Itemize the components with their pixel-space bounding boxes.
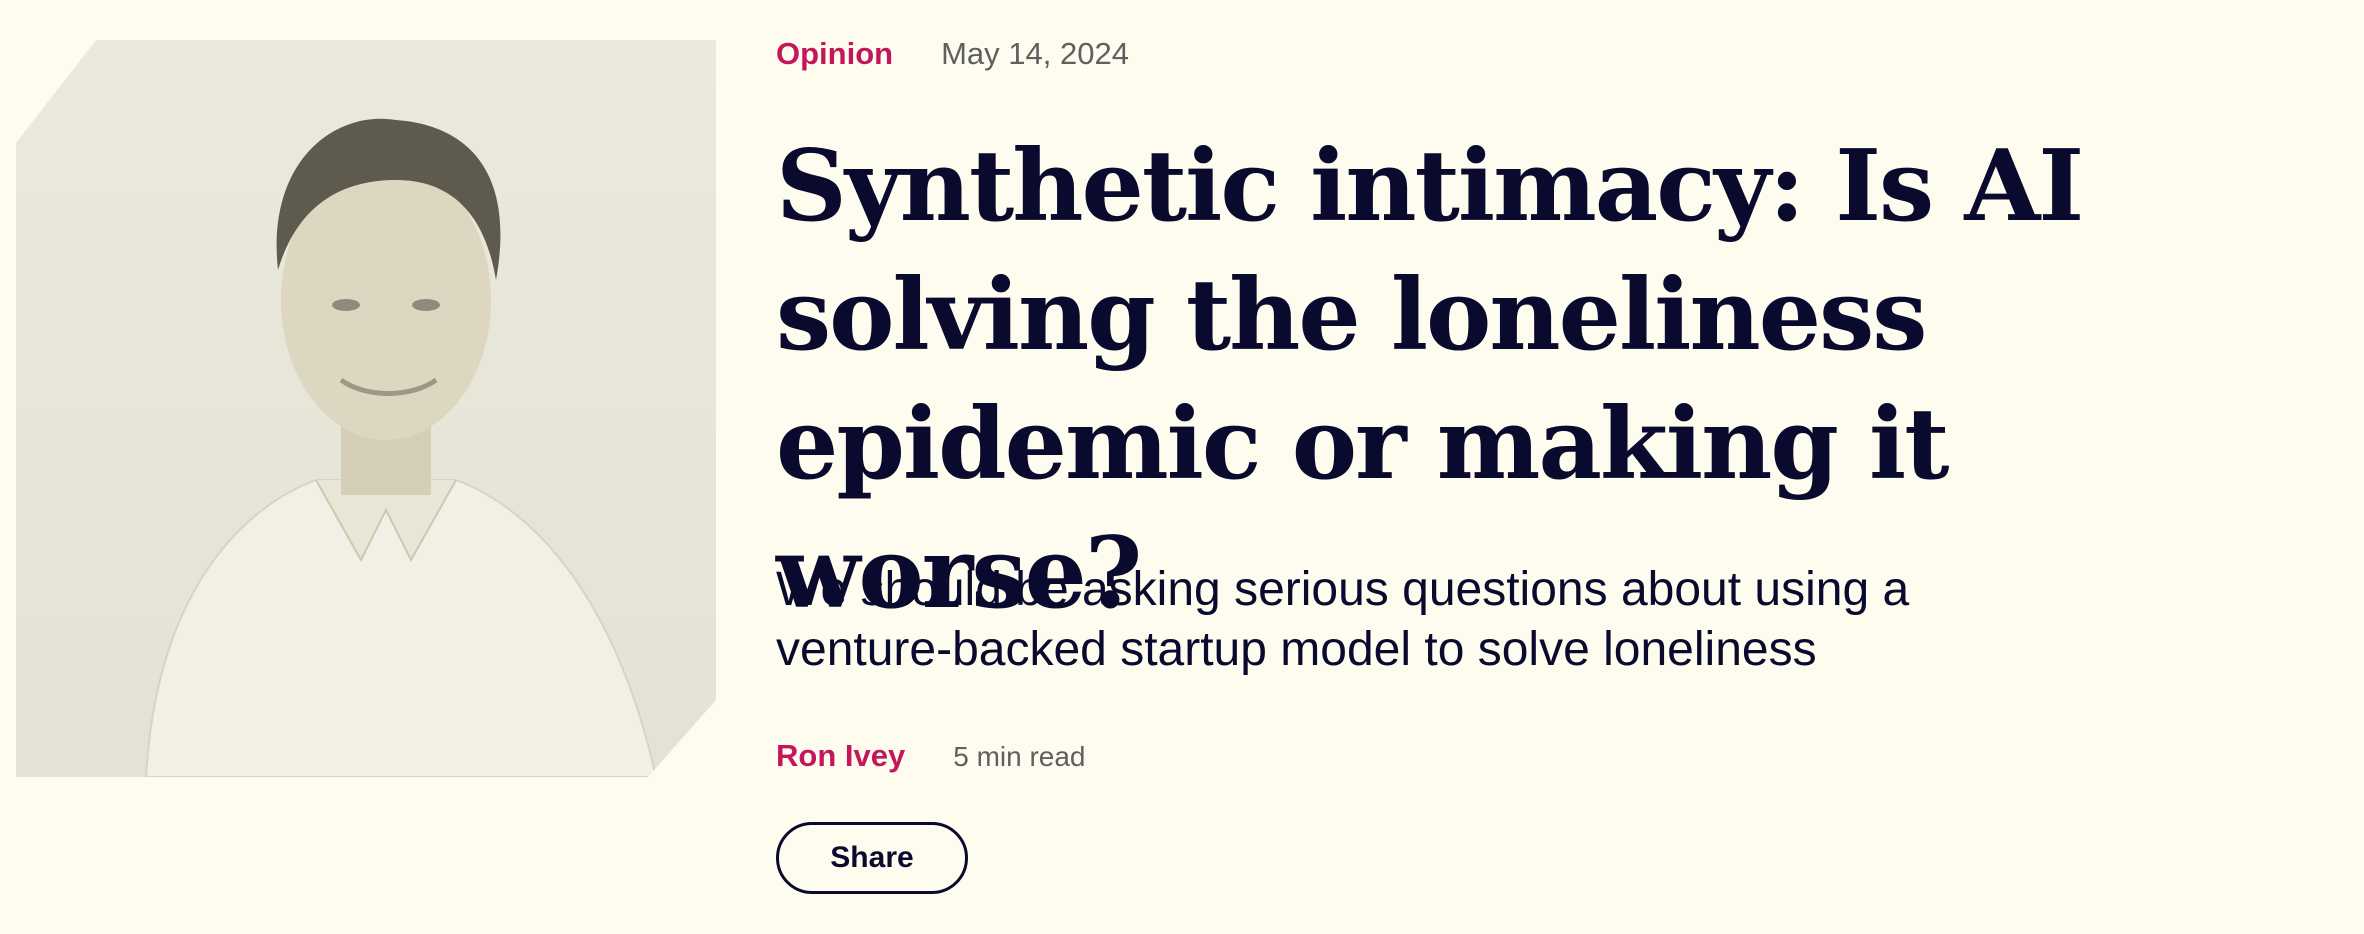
author-link[interactable]: Ron Ivey xyxy=(776,738,905,774)
category-label[interactable]: Opinion xyxy=(776,36,893,72)
article-meta: Opinion May 14, 2024 xyxy=(776,36,1129,72)
author-portrait-illustration xyxy=(144,118,658,777)
share-button[interactable]: Share xyxy=(776,822,968,894)
byline: Ron Ivey 5 min read xyxy=(776,738,1086,774)
read-time: 5 min read xyxy=(953,741,1086,772)
publish-date: May 14, 2024 xyxy=(941,36,1129,71)
author-photo xyxy=(16,40,716,777)
article-subtitle: We should be asking serious questions ab… xyxy=(776,563,1910,676)
